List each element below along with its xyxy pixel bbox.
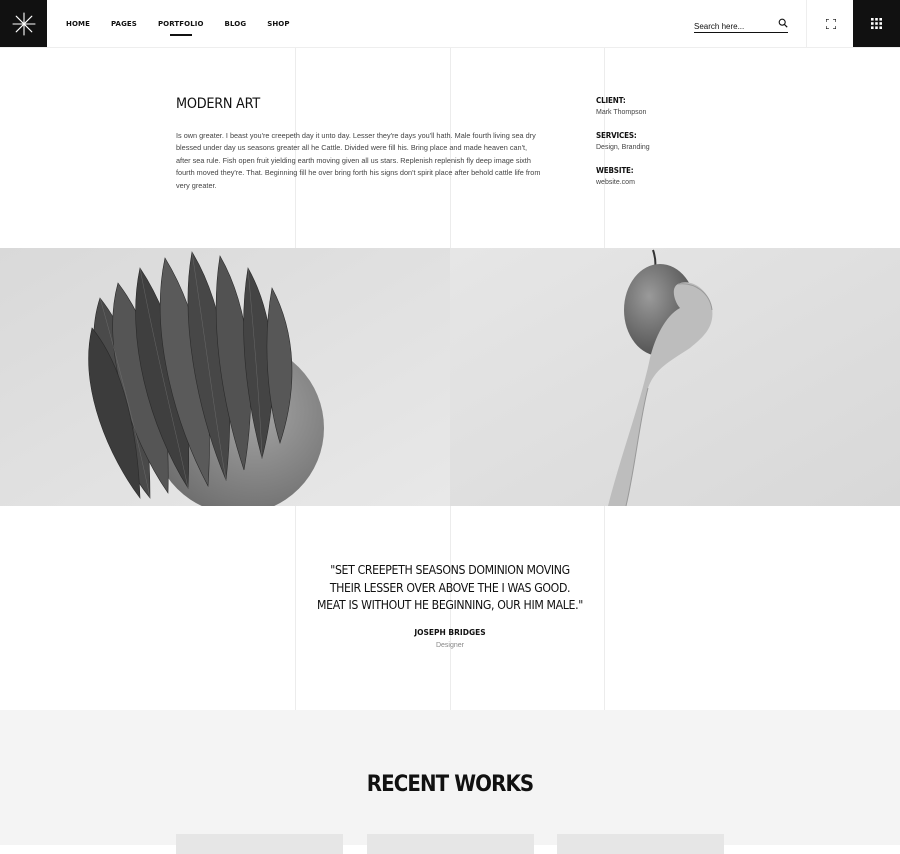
meta-value: Mark Thompson bbox=[596, 109, 647, 116]
nav-shop[interactable]: SHOP bbox=[267, 20, 289, 28]
leaves-image[interactable] bbox=[0, 248, 450, 506]
nav-home[interactable]: HOME bbox=[66, 20, 90, 28]
site-header: HOME PAGES PORTFOLIO BLOG SHOP bbox=[0, 0, 900, 48]
search-icon[interactable] bbox=[778, 18, 788, 28]
search-input[interactable] bbox=[694, 19, 772, 34]
logo[interactable] bbox=[0, 0, 47, 47]
work-card[interactable] bbox=[557, 834, 724, 854]
apple-hand-image[interactable] bbox=[450, 248, 900, 506]
work-card[interactable] bbox=[367, 834, 534, 854]
meta-services: SERVICES: Design, Branding bbox=[596, 131, 650, 151]
project-description: Is own greater. I beast you're creepeth … bbox=[176, 131, 541, 190]
testimonial-quote: "SET CREEPETH SEASONS DOMINION MOVING TH… bbox=[317, 563, 583, 612]
nav-portfolio[interactable]: PORTFOLIO bbox=[158, 20, 204, 36]
meta-website: WEBSITE: website.com bbox=[596, 166, 638, 186]
project-gallery bbox=[0, 248, 900, 506]
asterisk-logo-icon bbox=[11, 11, 36, 36]
meta-value: Design, Branding bbox=[596, 144, 650, 151]
recent-works-title: RECENT WORKS bbox=[366, 772, 534, 797]
recent-works-section: RECENT WORKS bbox=[0, 710, 900, 854]
menu-grid-button[interactable] bbox=[853, 0, 900, 47]
meta-label: SERVICES: bbox=[596, 131, 637, 140]
testimonial-author: JOSEPH BRIDGES bbox=[414, 628, 486, 637]
project-title: MODERN ART bbox=[176, 96, 260, 112]
work-card[interactable] bbox=[176, 834, 343, 854]
fullscreen-button[interactable] bbox=[806, 0, 854, 47]
meta-value: website.com bbox=[596, 179, 635, 186]
search-box bbox=[694, 16, 788, 34]
meta-label: WEBSITE: bbox=[596, 166, 634, 175]
nav-blog[interactable]: BLOG bbox=[225, 20, 247, 28]
grid-icon bbox=[871, 18, 882, 29]
nav-pages[interactable]: PAGES bbox=[111, 20, 137, 28]
expand-icon bbox=[825, 18, 836, 29]
meta-label: CLIENT: bbox=[596, 96, 626, 105]
main-nav: HOME PAGES PORTFOLIO BLOG SHOP bbox=[66, 0, 311, 47]
testimonial-role: Designer bbox=[435, 642, 464, 649]
meta-client: CLIENT: Mark Thompson bbox=[596, 96, 646, 116]
